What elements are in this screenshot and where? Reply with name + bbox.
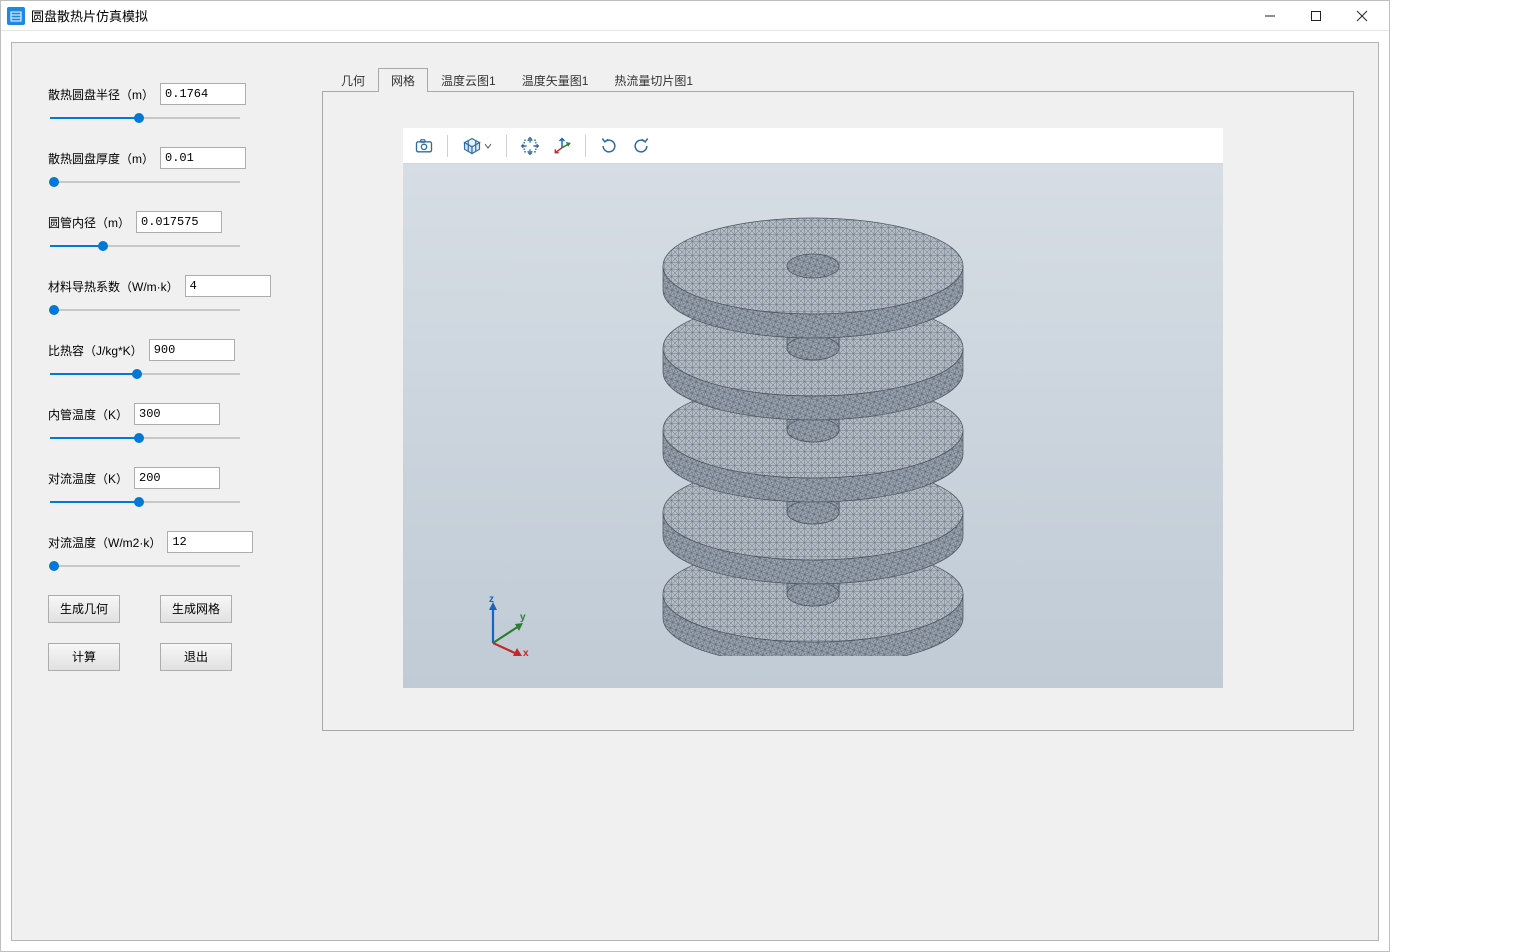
param-input[interactable] xyxy=(134,403,220,425)
param-label: 内管温度（K） xyxy=(48,406,128,423)
tab[interactable]: 热流量切片图1 xyxy=(601,68,706,92)
rotate-ccw-icon[interactable] xyxy=(594,132,624,160)
param-input[interactable] xyxy=(160,83,246,105)
compute-button[interactable]: 计算 xyxy=(48,643,120,671)
param-label: 散热圆盘厚度（m） xyxy=(48,150,154,167)
viewer-panel: z y x xyxy=(403,128,1223,688)
param-input[interactable] xyxy=(185,275,271,297)
axis-y-label: y xyxy=(520,612,526,623)
axis-triad: z y x xyxy=(473,598,533,658)
move-icon[interactable] xyxy=(515,132,545,160)
param-slider[interactable] xyxy=(50,239,240,253)
tab[interactable]: 温度矢量图1 xyxy=(509,68,602,92)
window-minimize-button[interactable] xyxy=(1247,1,1293,31)
param-group: 散热圆盘厚度（m） xyxy=(48,147,302,189)
param-label: 材料导热系数（W/m·k） xyxy=(48,278,179,295)
tab-strip: 几何网格温度云图1温度矢量图1热流量切片图1 xyxy=(328,69,1354,91)
axis-z-label: z xyxy=(489,594,494,605)
viewer-toolbar xyxy=(403,128,1223,164)
param-slider[interactable] xyxy=(50,367,240,381)
axis-x-label: x xyxy=(523,648,529,659)
param-group: 圆管内径（m） xyxy=(48,211,302,253)
app-window: 圆盘散热片仿真模拟 散热圆盘半径（m） 散热圆盘厚度（m） xyxy=(0,0,1390,952)
param-slider[interactable] xyxy=(50,303,240,317)
window-title: 圆盘散热片仿真模拟 xyxy=(31,6,148,25)
tab[interactable]: 网格 xyxy=(378,68,428,92)
tab[interactable]: 温度云图1 xyxy=(428,68,509,92)
window-maximize-button[interactable] xyxy=(1293,1,1339,31)
axes-icon[interactable] xyxy=(547,132,577,160)
exit-button[interactable]: 退出 xyxy=(160,643,232,671)
param-group: 比热容（J/kg*K） xyxy=(48,339,302,381)
param-input[interactable] xyxy=(160,147,246,169)
tab-content: z y x xyxy=(322,91,1354,731)
param-label: 散热圆盘半径（m） xyxy=(48,86,154,103)
mesh-model xyxy=(633,196,993,656)
results-area: 几何网格温度云图1温度矢量图1热流量切片图1 xyxy=(322,43,1378,940)
param-slider[interactable] xyxy=(50,175,240,189)
param-input[interactable] xyxy=(167,531,253,553)
cube-view-button[interactable] xyxy=(456,132,498,160)
title-bar: 圆盘散热片仿真模拟 xyxy=(1,1,1389,31)
param-slider[interactable] xyxy=(50,111,240,125)
param-group: 对流温度（W/m2·k） xyxy=(48,531,302,573)
app-icon xyxy=(7,7,25,25)
param-group: 对流温度（K） xyxy=(48,467,302,509)
rotate-cw-icon[interactable] xyxy=(626,132,656,160)
param-label: 圆管内径（m） xyxy=(48,214,130,231)
param-label: 对流温度（W/m2·k） xyxy=(48,534,161,551)
param-label: 比热容（J/kg*K） xyxy=(48,342,143,359)
window-close-button[interactable] xyxy=(1339,1,1385,31)
param-input[interactable] xyxy=(134,467,220,489)
parameter-panel: 散热圆盘半径（m） 散热圆盘厚度（m） 圆管内径（m） 材料导热系数（W/m xyxy=(12,43,322,940)
param-input[interactable] xyxy=(136,211,222,233)
camera-icon[interactable] xyxy=(409,132,439,160)
chevron-down-icon xyxy=(484,139,492,153)
param-slider[interactable] xyxy=(50,559,240,573)
param-group: 材料导热系数（W/m·k） xyxy=(48,275,302,317)
param-group: 散热圆盘半径（m） xyxy=(48,83,302,125)
param-slider[interactable] xyxy=(50,431,240,445)
param-group: 内管温度（K） xyxy=(48,403,302,445)
tab[interactable]: 几何 xyxy=(328,68,378,92)
param-label: 对流温度（K） xyxy=(48,470,128,487)
param-slider[interactable] xyxy=(50,495,240,509)
viewer-canvas[interactable]: z y x xyxy=(403,164,1223,688)
generate-mesh-button[interactable]: 生成网格 xyxy=(160,595,232,623)
generate-geometry-button[interactable]: 生成几何 xyxy=(48,595,120,623)
param-input[interactable] xyxy=(149,339,235,361)
